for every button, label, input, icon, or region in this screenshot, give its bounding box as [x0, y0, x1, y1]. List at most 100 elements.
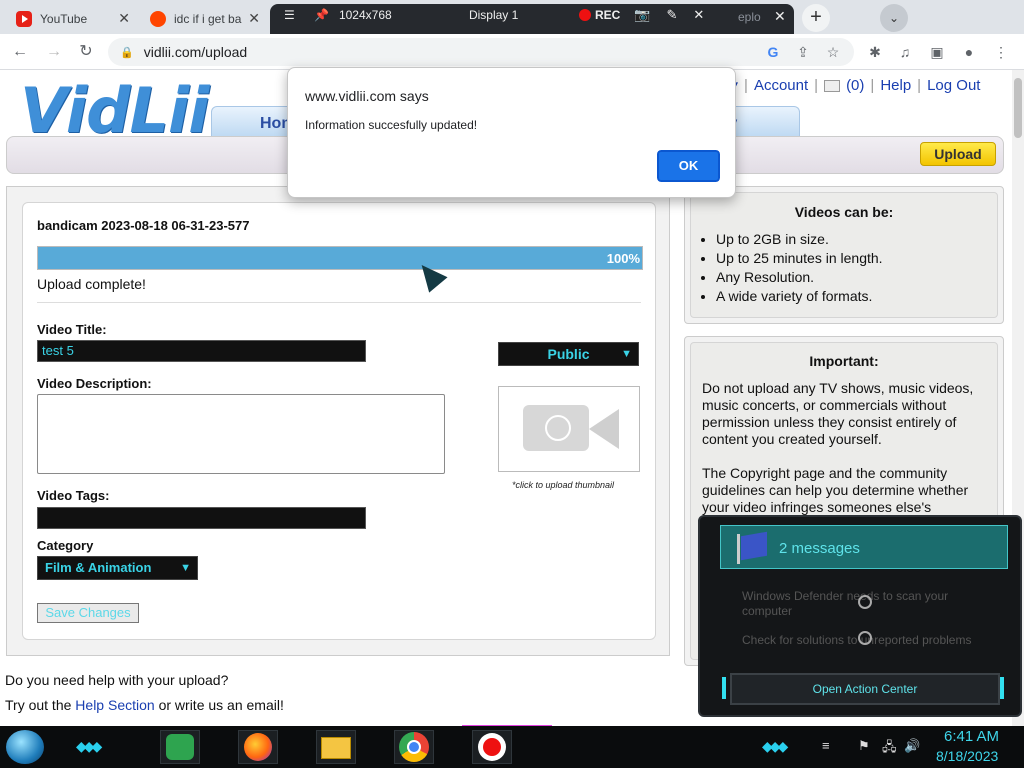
ok-button[interactable]: OK [656, 149, 721, 183]
google-icon[interactable]: G [762, 38, 784, 66]
close-icon[interactable]: ✕ [774, 8, 786, 25]
top-nav: 2 ▾ | Account | (0) | Help | Log Out [718, 76, 986, 95]
privacy-select[interactable]: Public ▼ [498, 342, 639, 366]
reload-icon[interactable]: ↻ [74, 40, 98, 64]
firefox-icon [244, 733, 272, 761]
lock-icon[interactable]: 🔒 [120, 46, 134, 59]
tab-title: YouTube [40, 12, 88, 26]
record-icon[interactable] [578, 9, 591, 21]
category-label: Category [37, 538, 94, 553]
file-explorer-app-icon[interactable] [316, 730, 356, 764]
separator: | [744, 76, 748, 94]
address-bar[interactable]: 🔒 vidlii.com/upload G ⇪ ☆ [108, 38, 854, 66]
divider [37, 302, 641, 303]
open-action-center-button[interactable]: Open Action Center [730, 673, 1000, 705]
recorder-display: Display 1 [468, 8, 519, 22]
notification-header[interactable]: 2 messages [720, 525, 1008, 569]
share-icon[interactable]: ⇪ [792, 38, 814, 66]
logout-link[interactable]: Log Out [927, 77, 980, 94]
tab-youtube[interactable]: YouTube ✕ [6, 4, 138, 34]
url-text: vidlii.com/upload [143, 44, 248, 60]
close-icon[interactable]: ✕ [693, 7, 704, 23]
new-tab-button[interactable]: + [802, 4, 830, 32]
upload-button[interactable]: Upload [920, 142, 996, 166]
clock-icon [858, 595, 872, 609]
tab-title: idc if i get ba [174, 12, 242, 26]
mail-icon [824, 79, 841, 92]
profile-icon[interactable]: ● [958, 40, 980, 64]
file-name: bandicam 2023-08-18 06-31-23-577 [37, 218, 250, 233]
browser-tab-strip: YouTube ✕ idc if i get ba ✕ ☰ 📌 1024x768… [0, 0, 1024, 34]
sidepanel-icon[interactable]: ▣ [926, 40, 948, 64]
recorder-resolution: 1024x768 [338, 8, 392, 22]
star-icon[interactable]: ☆ [822, 38, 844, 66]
thumbnail-upload[interactable] [498, 386, 640, 472]
important-paragraph: The Copyright page and the community gui… [702, 465, 969, 515]
title-input[interactable]: test 5 [37, 340, 366, 362]
flag-tray-icon[interactable]: ⚑ [858, 738, 870, 754]
close-icon[interactable]: ✕ [118, 10, 130, 27]
clock-time[interactable]: 6:41 AM [944, 728, 999, 745]
tab-title: eplo [738, 10, 761, 24]
inbox-link[interactable]: (0) [824, 77, 864, 94]
camera-icon[interactable]: 📷 [634, 7, 650, 23]
scrollbar-thumb[interactable] [1014, 78, 1022, 138]
videos-list: Up to 2GB in size. Up to 25 minutes in l… [716, 230, 883, 306]
category-select[interactable]: Film & Animation ▼ [37, 556, 198, 580]
videos-title: Videos can be: [794, 204, 894, 220]
message-count: 2 messages [779, 540, 860, 557]
close-icon[interactable]: ✕ [248, 10, 260, 27]
start-button[interactable] [6, 730, 44, 764]
chevron-icon: ◆◆◆ [76, 738, 102, 754]
privacy-value: Public [547, 346, 590, 362]
separator: | [917, 76, 922, 94]
action-center-popup: 2 messages Windows Defender needs to sca… [698, 515, 1022, 717]
show-desktop-icon[interactable]: ≡ [822, 738, 830, 753]
volume-icon[interactable]: 🔊 [904, 738, 920, 754]
notes-app-icon[interactable] [160, 730, 200, 764]
separator: | [814, 76, 819, 94]
taskbar: ◆◆◆ ◆◆◆ ≡ ⚑ 🖧 🔊 [0, 726, 1024, 768]
pencil-icon[interactable]: ✎ [666, 7, 677, 23]
chrome-app-icon[interactable] [394, 730, 434, 764]
flag-pole [737, 534, 740, 564]
tab-search-button[interactable]: ⌄ [880, 4, 908, 32]
more-icon[interactable]: ⋮ [990, 40, 1012, 64]
alert-dialog: www.vidlii.com says Information succesfu… [287, 67, 736, 198]
extensions-icon[interactable]: ✱ [864, 40, 886, 64]
firefox-app-icon[interactable] [238, 730, 278, 764]
list-item: A wide variety of formats. [716, 287, 883, 306]
save-changes-button[interactable]: Save Changes [37, 603, 139, 623]
accent-edge [1000, 677, 1004, 699]
media-icon[interactable]: ♫ [894, 40, 916, 64]
recorder-app-icon[interactable] [472, 730, 512, 764]
progress-fill [38, 247, 642, 269]
tags-input[interactable] [37, 507, 366, 529]
recorder-bar: ☰ 📌 1024x768 Display 1 REC 📷 ✎ ✕ [284, 4, 720, 26]
progress-label: 100% [606, 251, 640, 266]
reddit-icon [150, 11, 166, 27]
forward-icon[interactable]: → [42, 40, 66, 64]
account-link[interactable]: Account [754, 77, 808, 94]
camera-lens-shape [589, 409, 619, 449]
list-item: Up to 25 minutes in length. [716, 249, 883, 268]
flag-icon [741, 531, 767, 561]
help-section-link[interactable]: Help Section [75, 697, 154, 713]
tab-reddit[interactable]: idc if i get ba ✕ [140, 4, 268, 34]
folder-icon [321, 737, 351, 759]
help-post: or write us an email! [158, 697, 284, 713]
pin-icon[interactable]: 📌 [314, 8, 329, 22]
clock-date[interactable]: 8/18/2023 [936, 748, 998, 764]
chrome-center [407, 740, 421, 754]
help-link[interactable]: Help [880, 77, 911, 94]
important-paragraph: Do not upload any TV shows, music videos… [702, 380, 974, 447]
important-title: Important: [809, 353, 879, 369]
network-icon[interactable]: 🖧 [882, 738, 897, 760]
browser-toolbar: ← → ↻ 🔒 vidlii.com/upload G ⇪ ☆ ✱ ♫ ▣ ● … [0, 34, 1024, 70]
back-icon[interactable]: ← [8, 40, 32, 64]
description-textarea[interactable] [37, 394, 445, 474]
category-value: Film & Animation [45, 560, 152, 575]
dialog-title: www.vidlii.com says [305, 88, 429, 104]
list-item: Up to 2GB in size. [716, 230, 883, 249]
menu-icon[interactable]: ☰ [284, 8, 298, 22]
